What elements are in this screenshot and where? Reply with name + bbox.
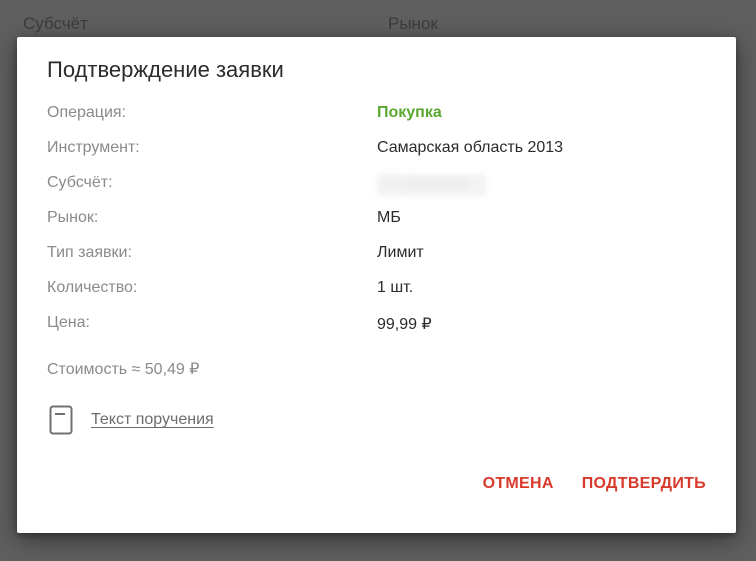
- order-type-label: Тип заявки:: [47, 244, 132, 261]
- cancel-button[interactable]: ОТМЕНА: [483, 475, 554, 493]
- instrument-label: Инструмент:: [47, 139, 140, 156]
- row-quantity: Количество: 1 шт.: [47, 279, 707, 303]
- cost-estimate: Стоимость ≈ 50,49 ₽: [47, 361, 200, 378]
- row-market: Рынок: МБ: [47, 209, 707, 233]
- operation-value: Покупка: [377, 104, 442, 121]
- price-label: Цена:: [47, 314, 90, 331]
- dialog-title: Подтверждение заявки: [47, 57, 284, 82]
- quantity-value: 1 шт.: [377, 279, 414, 296]
- confirm-button[interactable]: ПОДТВЕРДИТЬ: [582, 475, 706, 493]
- quantity-label: Количество:: [47, 279, 138, 296]
- order-type-value: Лимит: [377, 244, 424, 261]
- subaccount-label: Субсчёт:: [47, 174, 113, 191]
- market-value: МБ: [377, 209, 401, 226]
- row-order-type: Тип заявки: Лимит: [47, 244, 707, 268]
- order-document-link[interactable]: Текст поручения: [47, 403, 214, 437]
- dialog-actions: ОТМЕНА ПОДТВЕРДИТЬ: [483, 475, 706, 493]
- row-subaccount: Субсчёт: 7715098800: [47, 174, 707, 198]
- document-icon: [47, 404, 75, 436]
- subaccount-value: 7715098800: [377, 174, 486, 196]
- order-confirmation-dialog: Подтверждение заявки Операция: Покупка И…: [17, 37, 736, 533]
- row-price: Цена: 99,99 ₽: [47, 314, 707, 338]
- operation-label: Операция:: [47, 104, 127, 121]
- order-document-link-text[interactable]: Текст поручения: [91, 411, 214, 429]
- background-market-label: Рынок: [388, 14, 438, 33]
- instrument-value: Самарская область 2013: [377, 139, 564, 156]
- market-label: Рынок:: [47, 209, 99, 226]
- background-subaccount-label: Субсчёт: [23, 14, 88, 33]
- row-operation: Операция: Покупка: [47, 104, 707, 128]
- price-value: 99,99 ₽: [377, 316, 432, 333]
- row-instrument: Инструмент: Самарская область 2013: [47, 139, 707, 163]
